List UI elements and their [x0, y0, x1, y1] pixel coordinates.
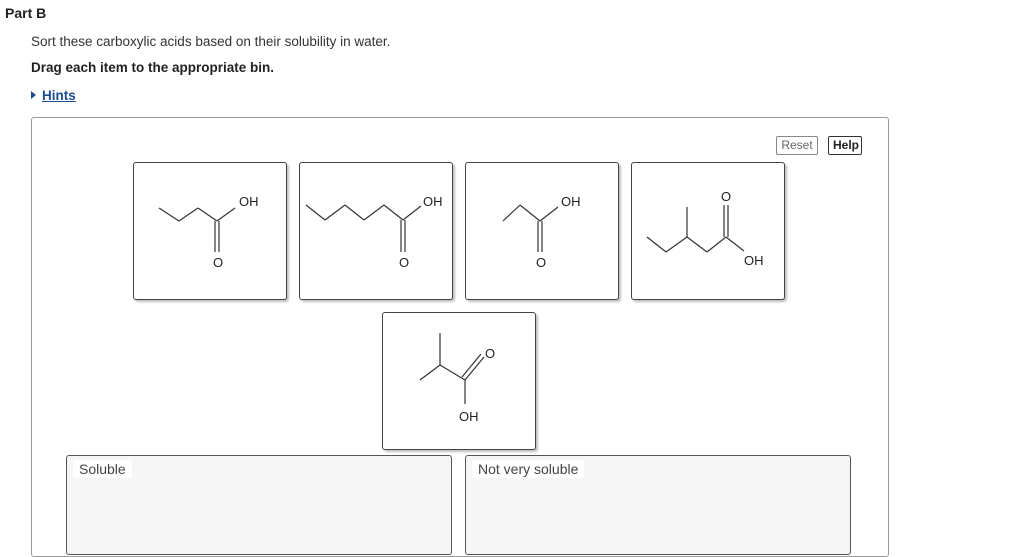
bin-label: Not very soluble: [472, 460, 585, 478]
hexanoic-acid-structure-icon: OH O: [305, 194, 443, 270]
2-methylpropanoic-acid-structure-icon: O OH: [419, 333, 495, 424]
oh-label: OH: [744, 253, 764, 268]
reset-button[interactable]: Reset: [776, 136, 818, 155]
instruction-text: Sort these carboxylic acids based on the…: [31, 34, 391, 49]
oh-label: OH: [423, 194, 443, 209]
help-button[interactable]: Help: [828, 136, 862, 155]
oh-label: OH: [561, 194, 581, 209]
o-label: O: [399, 255, 409, 270]
instruction-bold: Drag each item to the appropriate bin.: [31, 60, 275, 75]
oh-label: OH: [239, 194, 259, 209]
o-label: O: [721, 189, 731, 204]
o-label: O: [485, 346, 495, 361]
propanoic-acid-structure-icon: OH O: [502, 194, 581, 270]
caret-right-icon: [31, 91, 36, 99]
bin-label: Soluble: [73, 460, 132, 478]
hints-toggle[interactable]: Hints: [31, 88, 76, 103]
part-title: Part B: [5, 5, 47, 21]
draggable-item-2-methylpropanoic-acid[interactable]: O OH: [382, 312, 536, 450]
bin-soluble[interactable]: Soluble: [66, 455, 452, 555]
draggable-item-3-methylpentanoic-acid[interactable]: O OH: [631, 162, 785, 300]
oh-label: OH: [459, 409, 479, 424]
hints-link[interactable]: Hints: [42, 88, 76, 103]
butanoic-acid-structure-icon: OH O: [158, 194, 259, 270]
o-label: O: [213, 255, 223, 270]
draggable-item-propanoic-acid[interactable]: OH O: [465, 162, 619, 300]
bin-not-very-soluble[interactable]: Not very soluble: [465, 455, 851, 555]
draggable-item-butanoic-acid[interactable]: OH O: [133, 162, 287, 300]
3-methylpentanoic-acid-structure-icon: O OH: [646, 189, 764, 268]
draggable-item-hexanoic-acid[interactable]: OH O: [299, 162, 453, 300]
o-label: O: [536, 255, 546, 270]
